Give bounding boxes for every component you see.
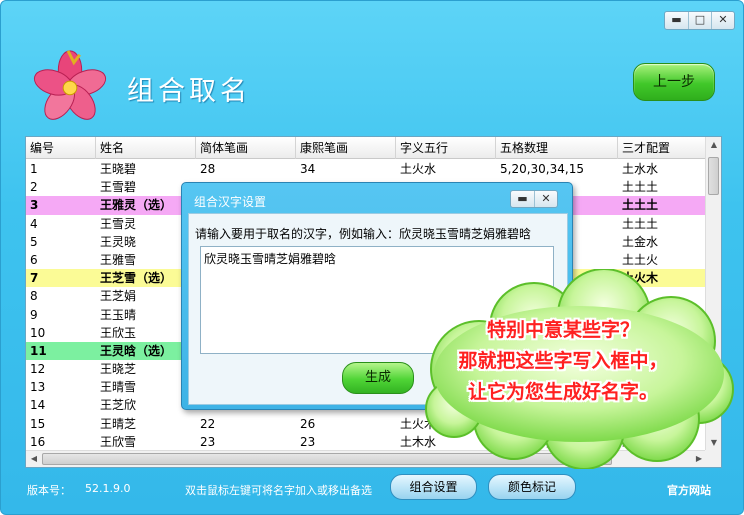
table-cell: 4	[30, 216, 38, 231]
col-header-five-elements[interactable]: 字义五行	[396, 137, 496, 159]
table-cell: 13	[30, 380, 46, 395]
app-window: ▬ □ ✕ 组合取名 上一步 编号 姓名 简体笔画 康熙笔画 字义五行 五格数理…	[0, 0, 744, 515]
table-cell: 22	[200, 416, 216, 431]
table-cell: 9	[30, 307, 38, 322]
table-cell: 王欣雪	[100, 434, 137, 449]
flower-logo-icon	[33, 50, 107, 120]
table-cell: 12	[30, 362, 46, 377]
table-cell: 11	[30, 343, 47, 358]
table-cell: 土水水	[622, 162, 659, 176]
table-cell: 16	[30, 434, 46, 449]
table-cell: 土土火	[622, 252, 659, 267]
dialog-minimize-button[interactable]: ▬	[511, 191, 534, 207]
scroll-left-icon[interactable]: ◀	[26, 451, 42, 467]
table-cell: 23	[300, 434, 316, 449]
table-row[interactable]: 1 王晓碧 28 34 土火水 5,20,30,34,15 土水水	[26, 160, 706, 178]
table-cell: 3	[30, 198, 39, 213]
table-cell: 7	[30, 271, 39, 286]
dialog-prompt: 请输入要用于取名的汉字，例如输入：欣灵晓玉雪晴芝娟雅碧晗	[195, 227, 532, 241]
table-cell: 2	[30, 180, 38, 195]
table-cell: 28	[200, 162, 216, 176]
version-value: 52.1.9.0	[85, 482, 131, 495]
close-button[interactable]: ✕	[711, 12, 734, 29]
table-cell: 34	[300, 162, 316, 176]
table-header: 编号 姓名 简体笔画 康熙笔画 字义五行 五格数理 三才配置	[26, 137, 706, 159]
app-title: 组合取名	[127, 76, 251, 107]
dialog-controls: ▬ ✕	[510, 190, 558, 208]
minimize-button[interactable]: ▬	[665, 12, 688, 29]
table-cell: 8	[30, 289, 38, 304]
table-cell: 王晓碧	[100, 162, 137, 176]
dialog-title: 组合汉字设置	[194, 195, 267, 209]
table-cell: 土金水	[622, 234, 659, 249]
col-header-simplified-strokes[interactable]: 简体笔画	[196, 137, 296, 159]
col-header-name[interactable]: 姓名	[96, 137, 196, 159]
table-cell: 5,20,30,34,15	[500, 162, 584, 176]
back-button[interactable]: 上一步	[633, 63, 715, 101]
callout-line-1: 特别中意某些字？	[486, 319, 639, 341]
table-cell: 10	[30, 325, 46, 340]
official-site-link[interactable]: 官方网站	[667, 482, 711, 498]
callout-text: 特别中意某些字？ 那就把这些字写入框中， 让它为您生成好名字。	[413, 315, 713, 408]
combo-settings-button[interactable]: 组合设置	[390, 474, 477, 500]
table-cell: 14	[30, 398, 46, 413]
col-header-three-talents[interactable]: 三才配置	[618, 137, 706, 159]
window-controls: ▬ □ ✕	[664, 11, 735, 30]
scroll-thumb[interactable]	[708, 157, 719, 195]
maximize-button[interactable]: □	[688, 12, 711, 29]
generate-button[interactable]: 生成	[342, 362, 414, 394]
col-header-five-grid[interactable]: 五格数理	[496, 137, 618, 159]
table-cell: 15	[30, 416, 46, 431]
table-cell: 23	[200, 434, 216, 449]
col-header-number[interactable]: 编号	[26, 137, 96, 159]
table-cell: 土土土	[622, 180, 659, 195]
table-cell: 26	[300, 416, 316, 431]
table-cell: 1	[30, 162, 38, 176]
callout-line-3: 让它为您生成好名字。	[467, 381, 658, 403]
footer-bar: 版本号： 52.1.9.0 双击鼠标左键可将名字加入或移出备选 组合设置 颜色标…	[1, 471, 743, 511]
table-cell: 5	[30, 234, 38, 249]
color-mark-button[interactable]: 颜色标记	[488, 474, 576, 500]
table-cell: 土火水	[400, 162, 437, 176]
version-label: 版本号：	[27, 484, 71, 497]
table-cell: 6	[30, 252, 38, 267]
dialog-close-button[interactable]: ✕	[534, 191, 557, 207]
col-header-kangxi-strokes[interactable]: 康熙笔画	[296, 137, 396, 159]
table-cell: 土土土	[622, 198, 659, 213]
table-cell: 土土土	[622, 216, 659, 231]
scroll-up-icon[interactable]: ▲	[706, 137, 721, 153]
callout-line-2: 那就把这些字写入框中，	[458, 350, 668, 372]
table-cell: 王晴芝	[100, 416, 137, 431]
usage-hint: 双击鼠标左键可将名字加入或移出备选	[185, 484, 372, 497]
